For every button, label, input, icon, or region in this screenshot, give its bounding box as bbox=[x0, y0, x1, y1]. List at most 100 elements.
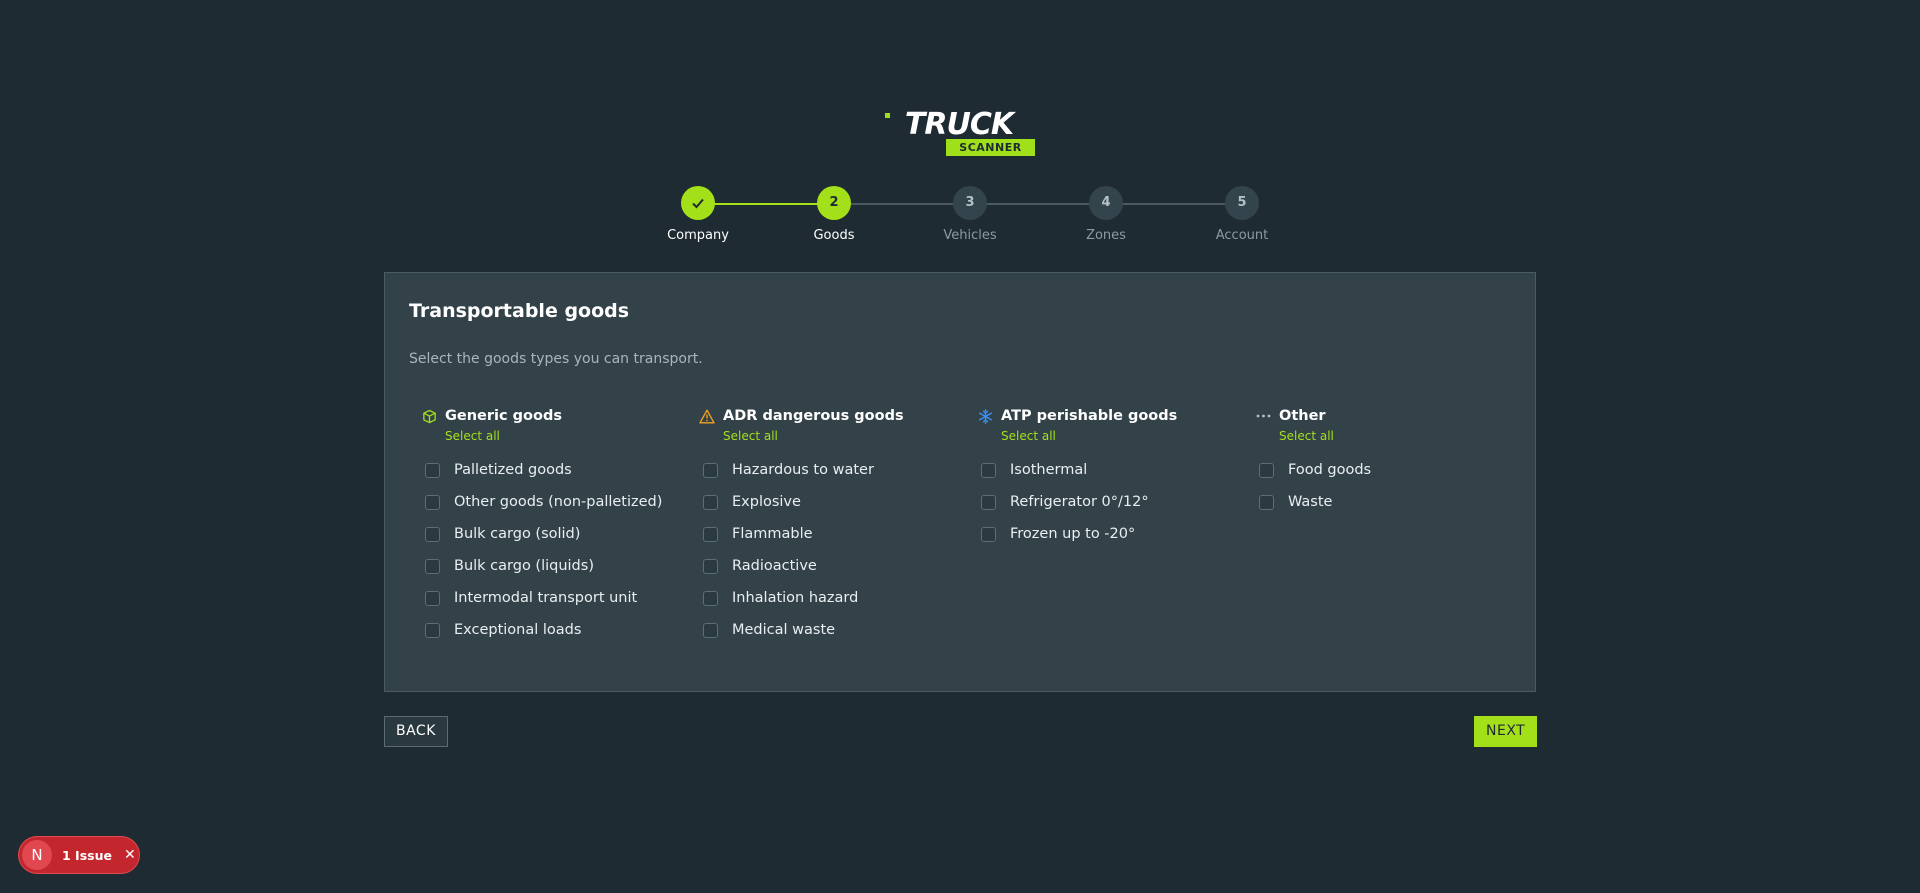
step-label: Vehicles bbox=[943, 228, 997, 243]
option-label: Flammable bbox=[732, 526, 813, 542]
checkbox[interactable] bbox=[425, 558, 440, 574]
option-label: Hazardous to water bbox=[732, 462, 874, 478]
checkbox[interactable] bbox=[425, 590, 440, 606]
options-list: Isothermal Refrigerator 0°/12° Frozen up… bbox=[977, 454, 1237, 550]
option-waste[interactable]: Waste bbox=[1255, 486, 1515, 518]
option-exceptional-loads[interactable]: Exceptional loads bbox=[421, 614, 681, 646]
option-intermodal-unit[interactable]: Intermodal transport unit bbox=[421, 582, 681, 614]
select-all-link[interactable]: Select all bbox=[1001, 429, 1056, 443]
checkbox[interactable] bbox=[425, 622, 440, 638]
avatar: N bbox=[22, 840, 52, 870]
option-bulk-liquids[interactable]: Bulk cargo (liquids) bbox=[421, 550, 681, 582]
option-label: Intermodal transport unit bbox=[454, 590, 638, 606]
checkbox[interactable] bbox=[425, 462, 440, 478]
options-list: Palletized goods Other goods (non-pallet… bbox=[421, 454, 681, 646]
step-label: Zones bbox=[1086, 228, 1126, 243]
select-all-link[interactable]: Select all bbox=[723, 429, 778, 443]
option-explosive[interactable]: Explosive bbox=[699, 486, 959, 518]
step-vehicles[interactable]: 3 Vehicles bbox=[915, 186, 1025, 243]
checkbox[interactable] bbox=[703, 558, 718, 574]
option-label: Food goods bbox=[1288, 462, 1372, 478]
select-all-link[interactable]: Select all bbox=[1279, 429, 1334, 443]
check-icon bbox=[681, 186, 715, 220]
card-subtitle: Select the goods types you can transport… bbox=[409, 351, 703, 367]
checkbox[interactable] bbox=[1259, 494, 1274, 510]
option-label: Refrigerator 0°/12° bbox=[1010, 494, 1149, 510]
back-button[interactable]: BACK bbox=[384, 716, 448, 747]
group-header: ADR dangerous goods bbox=[699, 407, 959, 425]
progress-stepper: Company 2 Goods 3 Vehicles 4 Zones 5 Acc… bbox=[640, 186, 1280, 246]
more-dots-icon bbox=[1255, 408, 1271, 424]
group-generic-goods: Generic goods Select all Palletized good… bbox=[421, 407, 681, 646]
option-label: Exceptional loads bbox=[454, 622, 582, 638]
issue-badge[interactable]: N 1 Issue ✕ bbox=[19, 837, 139, 873]
option-label: Radioactive bbox=[732, 558, 817, 574]
option-frozen[interactable]: Frozen up to -20° bbox=[977, 518, 1237, 550]
group-header: Generic goods bbox=[421, 407, 681, 425]
checkbox[interactable] bbox=[425, 526, 440, 542]
step-number: 2 bbox=[817, 186, 851, 220]
option-flammable[interactable]: Flammable bbox=[699, 518, 959, 550]
option-food-goods[interactable]: Food goods bbox=[1255, 454, 1515, 486]
step-goods[interactable]: 2 Goods bbox=[779, 186, 889, 243]
step-account[interactable]: 5 Account bbox=[1187, 186, 1297, 243]
checkbox[interactable] bbox=[1259, 462, 1274, 478]
logo-wordmark: TRUCK bbox=[904, 107, 1014, 142]
goods-card: Transportable goods Select the goods typ… bbox=[384, 272, 1536, 692]
group-header: ATP perishable goods bbox=[977, 407, 1237, 425]
snowflake-icon bbox=[977, 408, 993, 424]
step-number: 4 bbox=[1089, 186, 1123, 220]
option-refrigerator[interactable]: Refrigerator 0°/12° bbox=[977, 486, 1237, 518]
checkbox[interactable] bbox=[703, 494, 718, 510]
step-company[interactable]: Company bbox=[643, 186, 753, 243]
options-list: Hazardous to water Explosive Flammable R… bbox=[699, 454, 959, 646]
group-atp-perishable-goods: ATP perishable goods Select all Isotherm… bbox=[977, 407, 1237, 550]
next-button[interactable]: NEXT bbox=[1474, 716, 1538, 747]
group-title: ATP perishable goods bbox=[1001, 408, 1178, 424]
checkbox[interactable] bbox=[425, 494, 440, 510]
checkbox[interactable] bbox=[703, 590, 718, 606]
step-label: Company bbox=[667, 228, 729, 243]
option-medical-waste[interactable]: Medical waste bbox=[699, 614, 959, 646]
logo-subtext: SCANNER bbox=[946, 139, 1035, 156]
option-label: Medical waste bbox=[732, 622, 836, 638]
step-number: 5 bbox=[1225, 186, 1259, 220]
group-adr-dangerous-goods: ADR dangerous goods Select all Hazardous… bbox=[699, 407, 959, 646]
group-title: ADR dangerous goods bbox=[723, 408, 904, 424]
option-label: Inhalation hazard bbox=[732, 590, 859, 606]
option-label: Frozen up to -20° bbox=[1010, 526, 1136, 542]
option-label: Isothermal bbox=[1010, 462, 1088, 478]
option-inhalation-hazard[interactable]: Inhalation hazard bbox=[699, 582, 959, 614]
option-label: Bulk cargo (solid) bbox=[454, 526, 581, 542]
truckscanner-logo: TRUCK SCANNER bbox=[883, 110, 1035, 158]
checkbox[interactable] bbox=[981, 494, 996, 510]
options-list: Food goods Waste bbox=[1255, 454, 1515, 518]
checkbox[interactable] bbox=[703, 526, 718, 542]
option-label: Bulk cargo (liquids) bbox=[454, 558, 594, 574]
option-label: Palletized goods bbox=[454, 462, 572, 478]
group-other: Other Select all Food goods Waste bbox=[1255, 407, 1515, 518]
option-palletized-goods[interactable]: Palletized goods bbox=[421, 454, 681, 486]
checkbox[interactable] bbox=[981, 462, 996, 478]
option-bulk-solid[interactable]: Bulk cargo (solid) bbox=[421, 518, 681, 550]
option-label: Other goods (non-palletized) bbox=[454, 494, 663, 510]
checkbox[interactable] bbox=[981, 526, 996, 542]
step-label: Account bbox=[1215, 228, 1269, 243]
close-icon[interactable]: ✕ bbox=[124, 847, 136, 863]
option-hazardous-water[interactable]: Hazardous to water bbox=[699, 454, 959, 486]
step-zones[interactable]: 4 Zones bbox=[1051, 186, 1161, 243]
option-label: Explosive bbox=[732, 494, 801, 510]
group-title: Other bbox=[1279, 408, 1326, 424]
card-title: Transportable goods bbox=[409, 300, 630, 322]
option-label: Waste bbox=[1288, 494, 1333, 510]
group-header: Other bbox=[1255, 407, 1515, 425]
step-label: Goods bbox=[813, 228, 855, 243]
option-isothermal[interactable]: Isothermal bbox=[977, 454, 1237, 486]
option-radioactive[interactable]: Radioactive bbox=[699, 550, 959, 582]
warning-icon bbox=[699, 408, 715, 424]
checkbox[interactable] bbox=[703, 622, 718, 638]
checkbox[interactable] bbox=[703, 462, 718, 478]
select-all-link[interactable]: Select all bbox=[445, 429, 500, 443]
group-title: Generic goods bbox=[445, 408, 562, 424]
option-other-goods[interactable]: Other goods (non-palletized) bbox=[421, 486, 681, 518]
